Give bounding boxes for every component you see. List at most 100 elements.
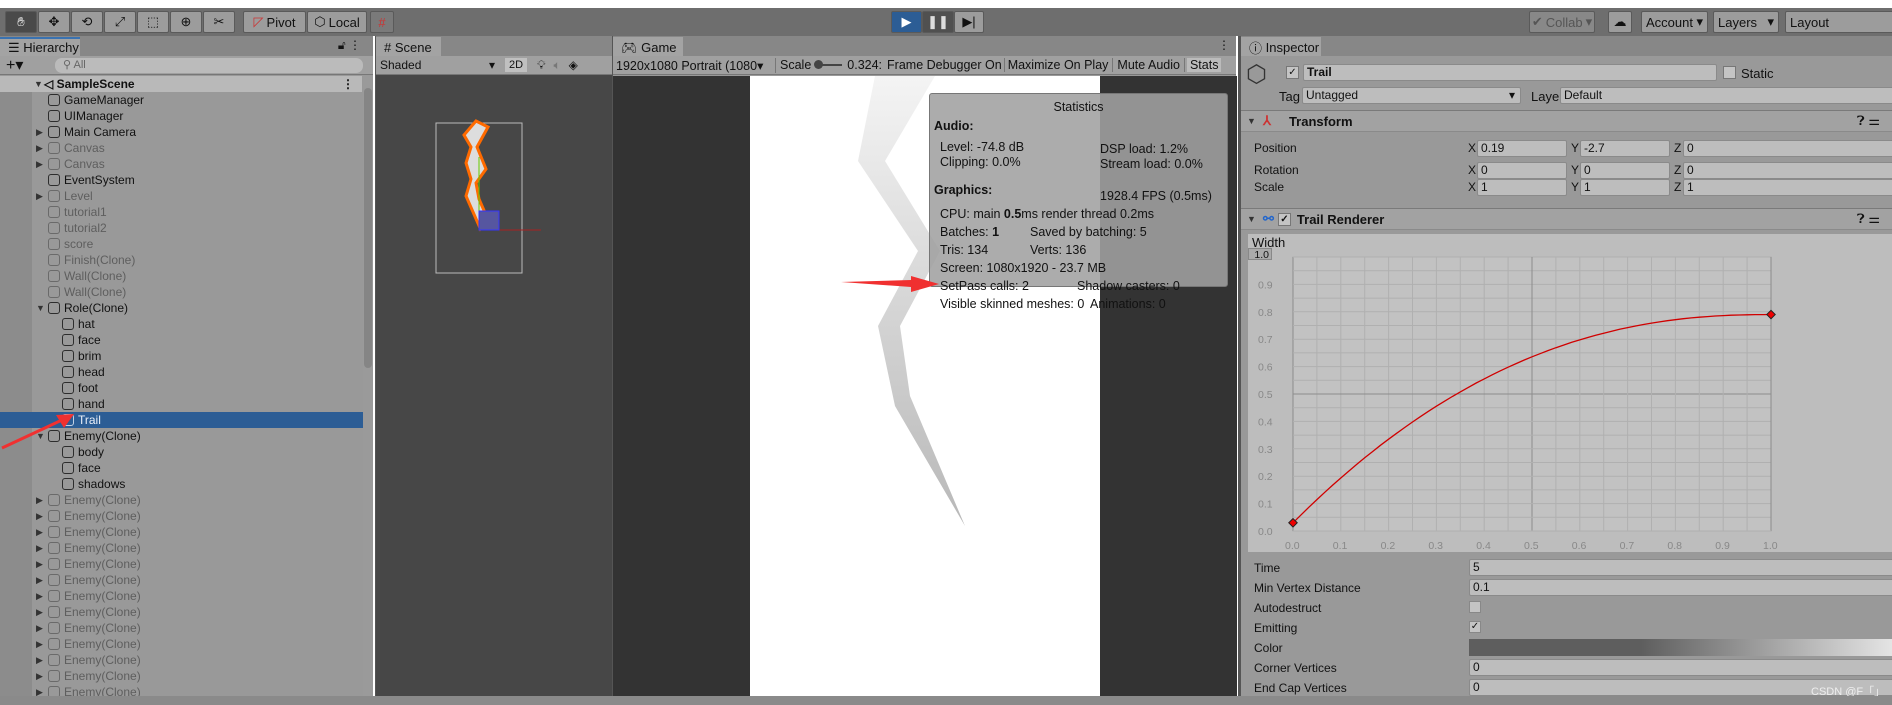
game-view[interactable]: Statistics Audio: Level: -74.8 dB Clippi…	[613, 76, 1237, 696]
scale-slider[interactable]	[814, 60, 843, 69]
hierarchy-item[interactable]: ▶ Enemy(Clone)	[0, 492, 362, 508]
expand-arrow-icon[interactable]: ▶	[36, 511, 46, 522]
hierarchy-item[interactable]: Wall(Clone)	[0, 284, 362, 300]
y-axis-label[interactable]: Y	[1571, 180, 1579, 194]
more-icon[interactable]: ⋮	[342, 77, 354, 91]
position-y-field[interactable]: -2.7	[1580, 140, 1670, 157]
move-tool[interactable]: ✥	[38, 11, 70, 33]
time-field[interactable]: 5	[1469, 559, 1892, 576]
tag-dropdown[interactable]: Untagged ▾	[1302, 87, 1521, 104]
autodestruct-checkbox[interactable]	[1469, 601, 1481, 613]
search-input[interactable]: ⚲ All	[55, 58, 363, 73]
hierarchy-item[interactable]: ▶ Enemy(Clone)	[0, 556, 362, 572]
corner-vertices-field[interactable]: 0	[1469, 659, 1892, 676]
add-button[interactable]: +▾	[6, 55, 23, 75]
hierarchy-item[interactable]: head	[0, 364, 362, 380]
help-icon[interactable]: ❓︎ ⚌	[1857, 113, 1880, 129]
active-checkbox[interactable]: ✓	[1286, 66, 1299, 79]
snap-button[interactable]: #	[370, 11, 394, 33]
transform-header[interactable]: ▼ ⅄ Transform ❓︎ ⚌	[1241, 110, 1892, 132]
hierarchy-item[interactable]: shadows	[0, 476, 362, 492]
min-vertex-distance-field[interactable]: 0.1	[1469, 579, 1892, 596]
effects-icon[interactable]: ◈	[569, 58, 578, 72]
expand-arrow-icon[interactable]: ▶	[36, 655, 46, 666]
hierarchy-item[interactable]: UIManager	[0, 108, 362, 124]
transform-tool[interactable]: ⊕	[170, 11, 202, 33]
layers-dropdown[interactable]: Layers ▾	[1713, 11, 1779, 33]
play-button[interactable]: ▶	[891, 11, 922, 33]
more-icon[interactable]: ⋮	[1218, 38, 1230, 52]
resolution-dropdown[interactable]: 1920x1080 Portrait (1080▾	[616, 57, 776, 73]
scene-view[interactable]	[376, 75, 613, 696]
hierarchy-item[interactable]: ▶ Level	[0, 188, 362, 204]
local-toggle[interactable]: ⬡ Local	[307, 11, 367, 33]
y-axis-label[interactable]: Y	[1571, 141, 1579, 155]
hierarchy-item[interactable]: brim	[0, 348, 362, 364]
rect-tool[interactable]: ⬚	[137, 11, 169, 33]
z-axis-label[interactable]: Z	[1674, 163, 1681, 177]
expand-arrow-icon[interactable]: ▶	[36, 591, 46, 602]
hierarchy-item[interactable]: tutorial2	[0, 220, 362, 236]
layout-dropdown[interactable]: Layout	[1785, 11, 1892, 33]
expand-arrow-icon[interactable]: ▶	[36, 575, 46, 586]
expand-arrow-icon[interactable]: ▶	[36, 159, 46, 170]
hierarchy-item[interactable]: face	[0, 460, 362, 476]
hierarchy-item[interactable]: ▶ Enemy(Clone)	[0, 652, 362, 668]
hierarchy-item[interactable]: ▶ Enemy(Clone)	[0, 524, 362, 540]
stats-toggle[interactable]: Stats	[1186, 58, 1222, 72]
expand-arrow-icon[interactable]: ▶	[36, 191, 46, 202]
scale-tool[interactable]: ⤢	[104, 11, 136, 33]
tab-hierarchy[interactable]: ☰ Hierarchy	[0, 37, 80, 56]
expand-arrow-icon[interactable]: ▶	[36, 607, 46, 618]
static-checkbox[interactable]	[1723, 66, 1736, 79]
tab-scene[interactable]: # Scene	[376, 37, 441, 56]
x-axis-label[interactable]: X	[1468, 141, 1476, 155]
hierarchy-item[interactable]: ▶ Enemy(Clone)	[0, 572, 362, 588]
hierarchy-item[interactable]: ▶ Enemy(Clone)	[0, 508, 362, 524]
tab-game[interactable]: 🎮︎ Game	[613, 37, 683, 56]
expand-arrow-icon[interactable]: ▶	[36, 527, 46, 538]
hierarchy-item[interactable]: ▶ Enemy(Clone)	[0, 620, 362, 636]
scene-header[interactable]: ▼ ◁ SampleScene ⋮	[0, 76, 362, 92]
expand-arrow-icon[interactable]: ▶	[36, 127, 46, 138]
cloud-button[interactable]: ☁	[1608, 11, 1632, 33]
hierarchy-item[interactable]: Wall(Clone)	[0, 268, 362, 284]
z-axis-label[interactable]: Z	[1674, 141, 1681, 155]
layer-dropdown[interactable]: Default	[1560, 87, 1892, 104]
lock-icon[interactable]: 🔓︎ ⋮	[338, 38, 361, 53]
x-axis-label[interactable]: X	[1468, 163, 1476, 177]
pivot-toggle[interactable]: ◸ Pivot	[243, 11, 306, 33]
expand-arrow-icon[interactable]: ▶	[36, 623, 46, 634]
expand-arrow-icon[interactable]: ▼	[36, 303, 46, 313]
position-z-field[interactable]: 0	[1683, 140, 1892, 157]
hierarchy-item[interactable]: ▶ Enemy(Clone)	[0, 636, 362, 652]
hierarchy-item[interactable]: ▶ Main Camera	[0, 124, 362, 140]
scroll-thumb[interactable]	[364, 88, 372, 368]
x-axis-label[interactable]: X	[1468, 180, 1476, 194]
y-axis-label[interactable]: Y	[1571, 163, 1579, 177]
help-icon[interactable]: ❓︎ ⚌	[1857, 211, 1880, 227]
frame-debugger-button[interactable]: Frame Debugger On	[887, 58, 1005, 72]
name-field[interactable]: Trail	[1303, 64, 1717, 81]
trail-renderer-header[interactable]: ▼ ⚯ ✓ Trail Renderer ❓︎ ⚌	[1241, 208, 1892, 230]
scale-y-field[interactable]: 1	[1580, 179, 1670, 196]
hierarchy-item[interactable]: ▶ Enemy(Clone)	[0, 604, 362, 620]
custom-tools-tool[interactable]: ✂	[203, 11, 235, 33]
hierarchy-item[interactable]: ▶ Enemy(Clone)	[0, 588, 362, 604]
hierarchy-scrollbar[interactable]	[363, 76, 373, 696]
step-button[interactable]: ▶|	[954, 11, 984, 33]
hierarchy-item[interactable]: score	[0, 236, 362, 252]
maximize-on-play-toggle[interactable]: Maximize On Play	[1008, 58, 1114, 72]
z-axis-label[interactable]: Z	[1674, 180, 1681, 194]
hierarchy-item[interactable]: tutorial1	[0, 204, 362, 220]
expand-arrow-icon[interactable]: ▶	[36, 543, 46, 554]
rotation-x-field[interactable]: 0	[1477, 162, 1567, 179]
hierarchy-item[interactable]: face	[0, 332, 362, 348]
hierarchy-item[interactable]: GameManager	[0, 92, 362, 108]
position-x-field[interactable]: 0.19	[1477, 140, 1567, 157]
hierarchy-item[interactable]: ▼ Role(Clone)	[0, 300, 362, 316]
scale-z-field[interactable]: 1	[1683, 179, 1892, 196]
hierarchy-item[interactable]: ▶ Enemy(Clone)	[0, 668, 362, 684]
rotate-tool[interactable]: ⟲	[71, 11, 103, 33]
hierarchy-item[interactable]: hat	[0, 316, 362, 332]
